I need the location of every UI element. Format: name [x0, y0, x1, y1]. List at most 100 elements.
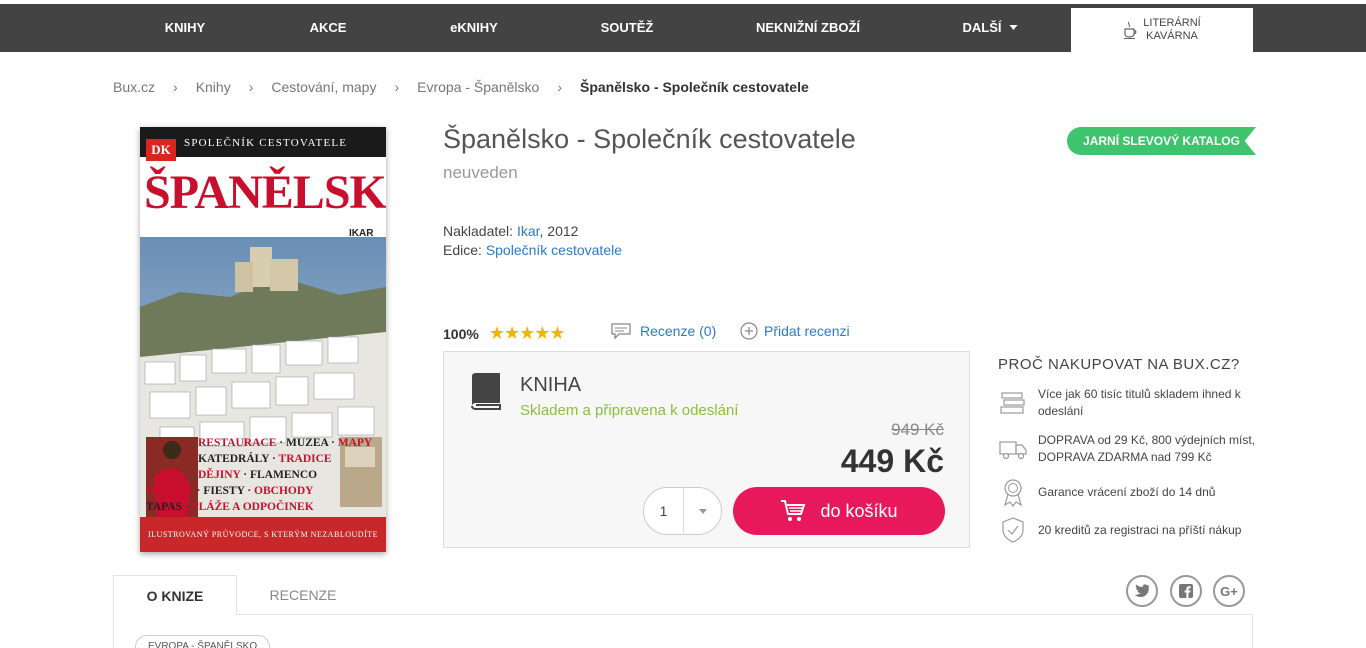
- book-icon: [471, 373, 501, 410]
- cover-feature: FIESTY: [203, 485, 245, 497]
- cover-tagline: Ilustrovaný průvodce, s kterým nezabloud…: [140, 517, 386, 552]
- ikar-logo: IKAR: [349, 228, 374, 239]
- nav-akce[interactable]: AKCE: [310, 4, 347, 52]
- reviews-link-label: Recenze (0): [640, 323, 717, 339]
- plus-circle-icon: [740, 322, 758, 340]
- tab-o-knize[interactable]: O KNIZE: [113, 575, 237, 615]
- tab-divider: [237, 614, 1253, 615]
- nav-dalsi[interactable]: DALŠÍ: [963, 4, 1018, 52]
- why-item-text: Více jak 60 tisíc titulů skladem ihned k…: [1038, 387, 1241, 418]
- why-item-guarantee: Garance vrácení zboží do 14 dnů: [998, 477, 1258, 507]
- shield-check-icon: [1002, 517, 1024, 543]
- why-item-credits: 20 kreditů za registraci na příští nákup: [998, 515, 1258, 545]
- purchase-box: KNIHA Skladem a připravena k odeslání 94…: [443, 351, 970, 548]
- facebook-icon: [1179, 584, 1193, 598]
- add-review-label: Přidat recenzi: [764, 323, 850, 339]
- nav-knihy[interactable]: KNIHY: [165, 4, 205, 52]
- stock-status: Skladem a připravena k odeslání: [520, 402, 739, 419]
- content-border-right: [1252, 614, 1253, 648]
- cover-feature: MAPY: [337, 437, 373, 449]
- twitter-share-button[interactable]: [1126, 575, 1158, 607]
- current-price: 449 Kč: [840, 443, 944, 479]
- cart-icon: [781, 500, 806, 521]
- nav-eknihy[interactable]: eKNIHY: [450, 4, 498, 52]
- cover-feature: PLÁŽE A ODPOČINEK: [191, 501, 314, 513]
- product-author: neuveden: [443, 163, 518, 182]
- coffee-cup-icon: [1124, 21, 1137, 39]
- catalog-badge[interactable]: JARNÍ SLEVOVÝ KATALOG: [1067, 127, 1256, 155]
- product-tabs: O KNIZE RECENZE EVROPA - ŠPANĚLSKO: [113, 575, 1253, 648]
- edition-label: Edice:: [443, 242, 482, 258]
- add-review-link[interactable]: Přidat recenzi: [740, 322, 850, 340]
- tab-recenze[interactable]: RECENZE: [253, 575, 353, 615]
- add-to-cart-button[interactable]: do košíku: [733, 487, 945, 535]
- nav-literarni-kavarna[interactable]: LITERÁRNÍ KAVÁRNA: [1071, 8, 1253, 52]
- comment-icon: [611, 323, 631, 340]
- rating-percent: 100%: [443, 325, 479, 342]
- breadcrumb: Bux.cz › Knihy › Cestování, mapy › Evrop…: [113, 79, 809, 95]
- format-label: KNIHA: [520, 374, 582, 396]
- cafe-line-2: KAVÁRNA: [1146, 30, 1198, 42]
- breadcrumb-bux[interactable]: Bux.cz: [113, 79, 155, 95]
- star-rating-icon: ★★★★★: [488, 323, 566, 343]
- cover-feature: OBCHODY: [254, 485, 314, 497]
- publisher-label: Nakladatel:: [443, 223, 514, 239]
- publisher-row: Nakladatel: Ikar, 2012: [443, 222, 622, 241]
- product-meta: Nakladatel: Ikar, 2012 Edice: Společník …: [443, 222, 622, 260]
- breadcrumb-knihy[interactable]: Knihy: [196, 79, 231, 95]
- why-buy-title: PROČ NAKUPOVAT NA BUX.CZ?: [998, 356, 1240, 373]
- cover-feature: RESTAURACE: [198, 437, 277, 449]
- cover-feature: KATEDRÁLY: [198, 453, 270, 465]
- award-ribbon-icon: [1004, 479, 1022, 507]
- nav-neknizni-zbozi[interactable]: NEKNIŽNÍ ZBOŽÍ: [756, 4, 860, 52]
- publish-year: , 2012: [539, 223, 579, 239]
- caret-down-icon: [1009, 25, 1018, 31]
- publisher-link[interactable]: Ikar: [517, 223, 540, 239]
- breadcrumb-cestovani[interactable]: Cestování, mapy: [271, 79, 376, 95]
- nav-soutez[interactable]: SOUTĚŽ: [601, 4, 654, 52]
- google-plus-icon: G+: [1220, 583, 1238, 599]
- cover-feature: TAPAS: [146, 501, 182, 513]
- facebook-share-button[interactable]: [1170, 575, 1202, 607]
- content-border-left: [113, 614, 114, 648]
- old-price: 949 Kč: [891, 420, 944, 439]
- quantity-value: 1: [644, 487, 684, 535]
- reviews-link[interactable]: Recenze (0): [610, 322, 716, 340]
- why-item-text: Garance vrácení zboží do 14 dnů: [1038, 484, 1216, 499]
- nav-cafe-label: LITERÁRNÍ KAVÁRNA: [1143, 17, 1200, 43]
- twitter-icon: [1134, 584, 1150, 597]
- book-cover[interactable]: DK Společník cestovatele ŠPANĚLSKO IKAR …: [140, 127, 386, 552]
- cover-feature: TRADICE: [278, 453, 332, 465]
- chevron-right-icon: ›: [394, 79, 400, 95]
- cover-feature: FLAMENCO: [249, 469, 318, 481]
- why-item-stock: Více jak 60 tisíc titulů skladem ihned k…: [998, 386, 1258, 420]
- chevron-right-icon: ›: [557, 79, 562, 95]
- why-item-text: 20 kreditů za registraci na příští nákup: [1038, 522, 1242, 537]
- quantity-select[interactable]: 1: [643, 487, 722, 535]
- cover-features-line: TAPAS · PLÁŽE A ODPOČINEK: [146, 501, 314, 513]
- truck-icon: [999, 441, 1027, 460]
- cover-series-label: Společník cestovatele: [184, 137, 348, 149]
- cover-features-line: DĚJINY · FLAMENCO: [198, 469, 318, 481]
- google-plus-share-button[interactable]: G+: [1213, 575, 1245, 607]
- why-item-text: DOPRAVA od 29 Kč, 800 výdejních míst, DO…: [1038, 433, 1255, 464]
- breadcrumb-current: Španělsko - Společník cestovatele: [579, 79, 809, 95]
- edition-link[interactable]: Společník cestovatele: [486, 242, 622, 258]
- breadcrumb-evropa-spanelsko[interactable]: Evropa - Španělsko: [417, 79, 539, 95]
- chevron-right-icon: ›: [248, 79, 254, 95]
- cover-feature: HOTELY: [146, 485, 194, 497]
- add-to-cart-label: do košíku: [820, 500, 898, 521]
- edition-row: Edice: Společník cestovatele: [443, 241, 622, 260]
- books-stack-icon: [1000, 392, 1025, 414]
- cafe-line-1: LITERÁRNÍ: [1143, 17, 1201, 29]
- category-tag[interactable]: EVROPA - ŠPANĚLSKO: [135, 635, 271, 648]
- cover-title: ŠPANĚLSKO: [144, 166, 386, 219]
- cover-feature: MUZEA: [285, 437, 329, 449]
- rating: 100% ★★★★★: [443, 323, 565, 344]
- cover-features: RESTAURACE · MUZEA · MAPY KATEDRÁLY · TR…: [146, 435, 382, 515]
- why-item-shipping: DOPRAVA od 29 Kč, 800 výdejních míst, DO…: [998, 432, 1258, 466]
- chevron-down-icon: [684, 508, 721, 514]
- chevron-right-icon: ›: [173, 79, 178, 95]
- cover-feature: DĚJINY: [198, 469, 241, 481]
- cover-features-line: KATEDRÁLY · TRADICE: [198, 453, 332, 465]
